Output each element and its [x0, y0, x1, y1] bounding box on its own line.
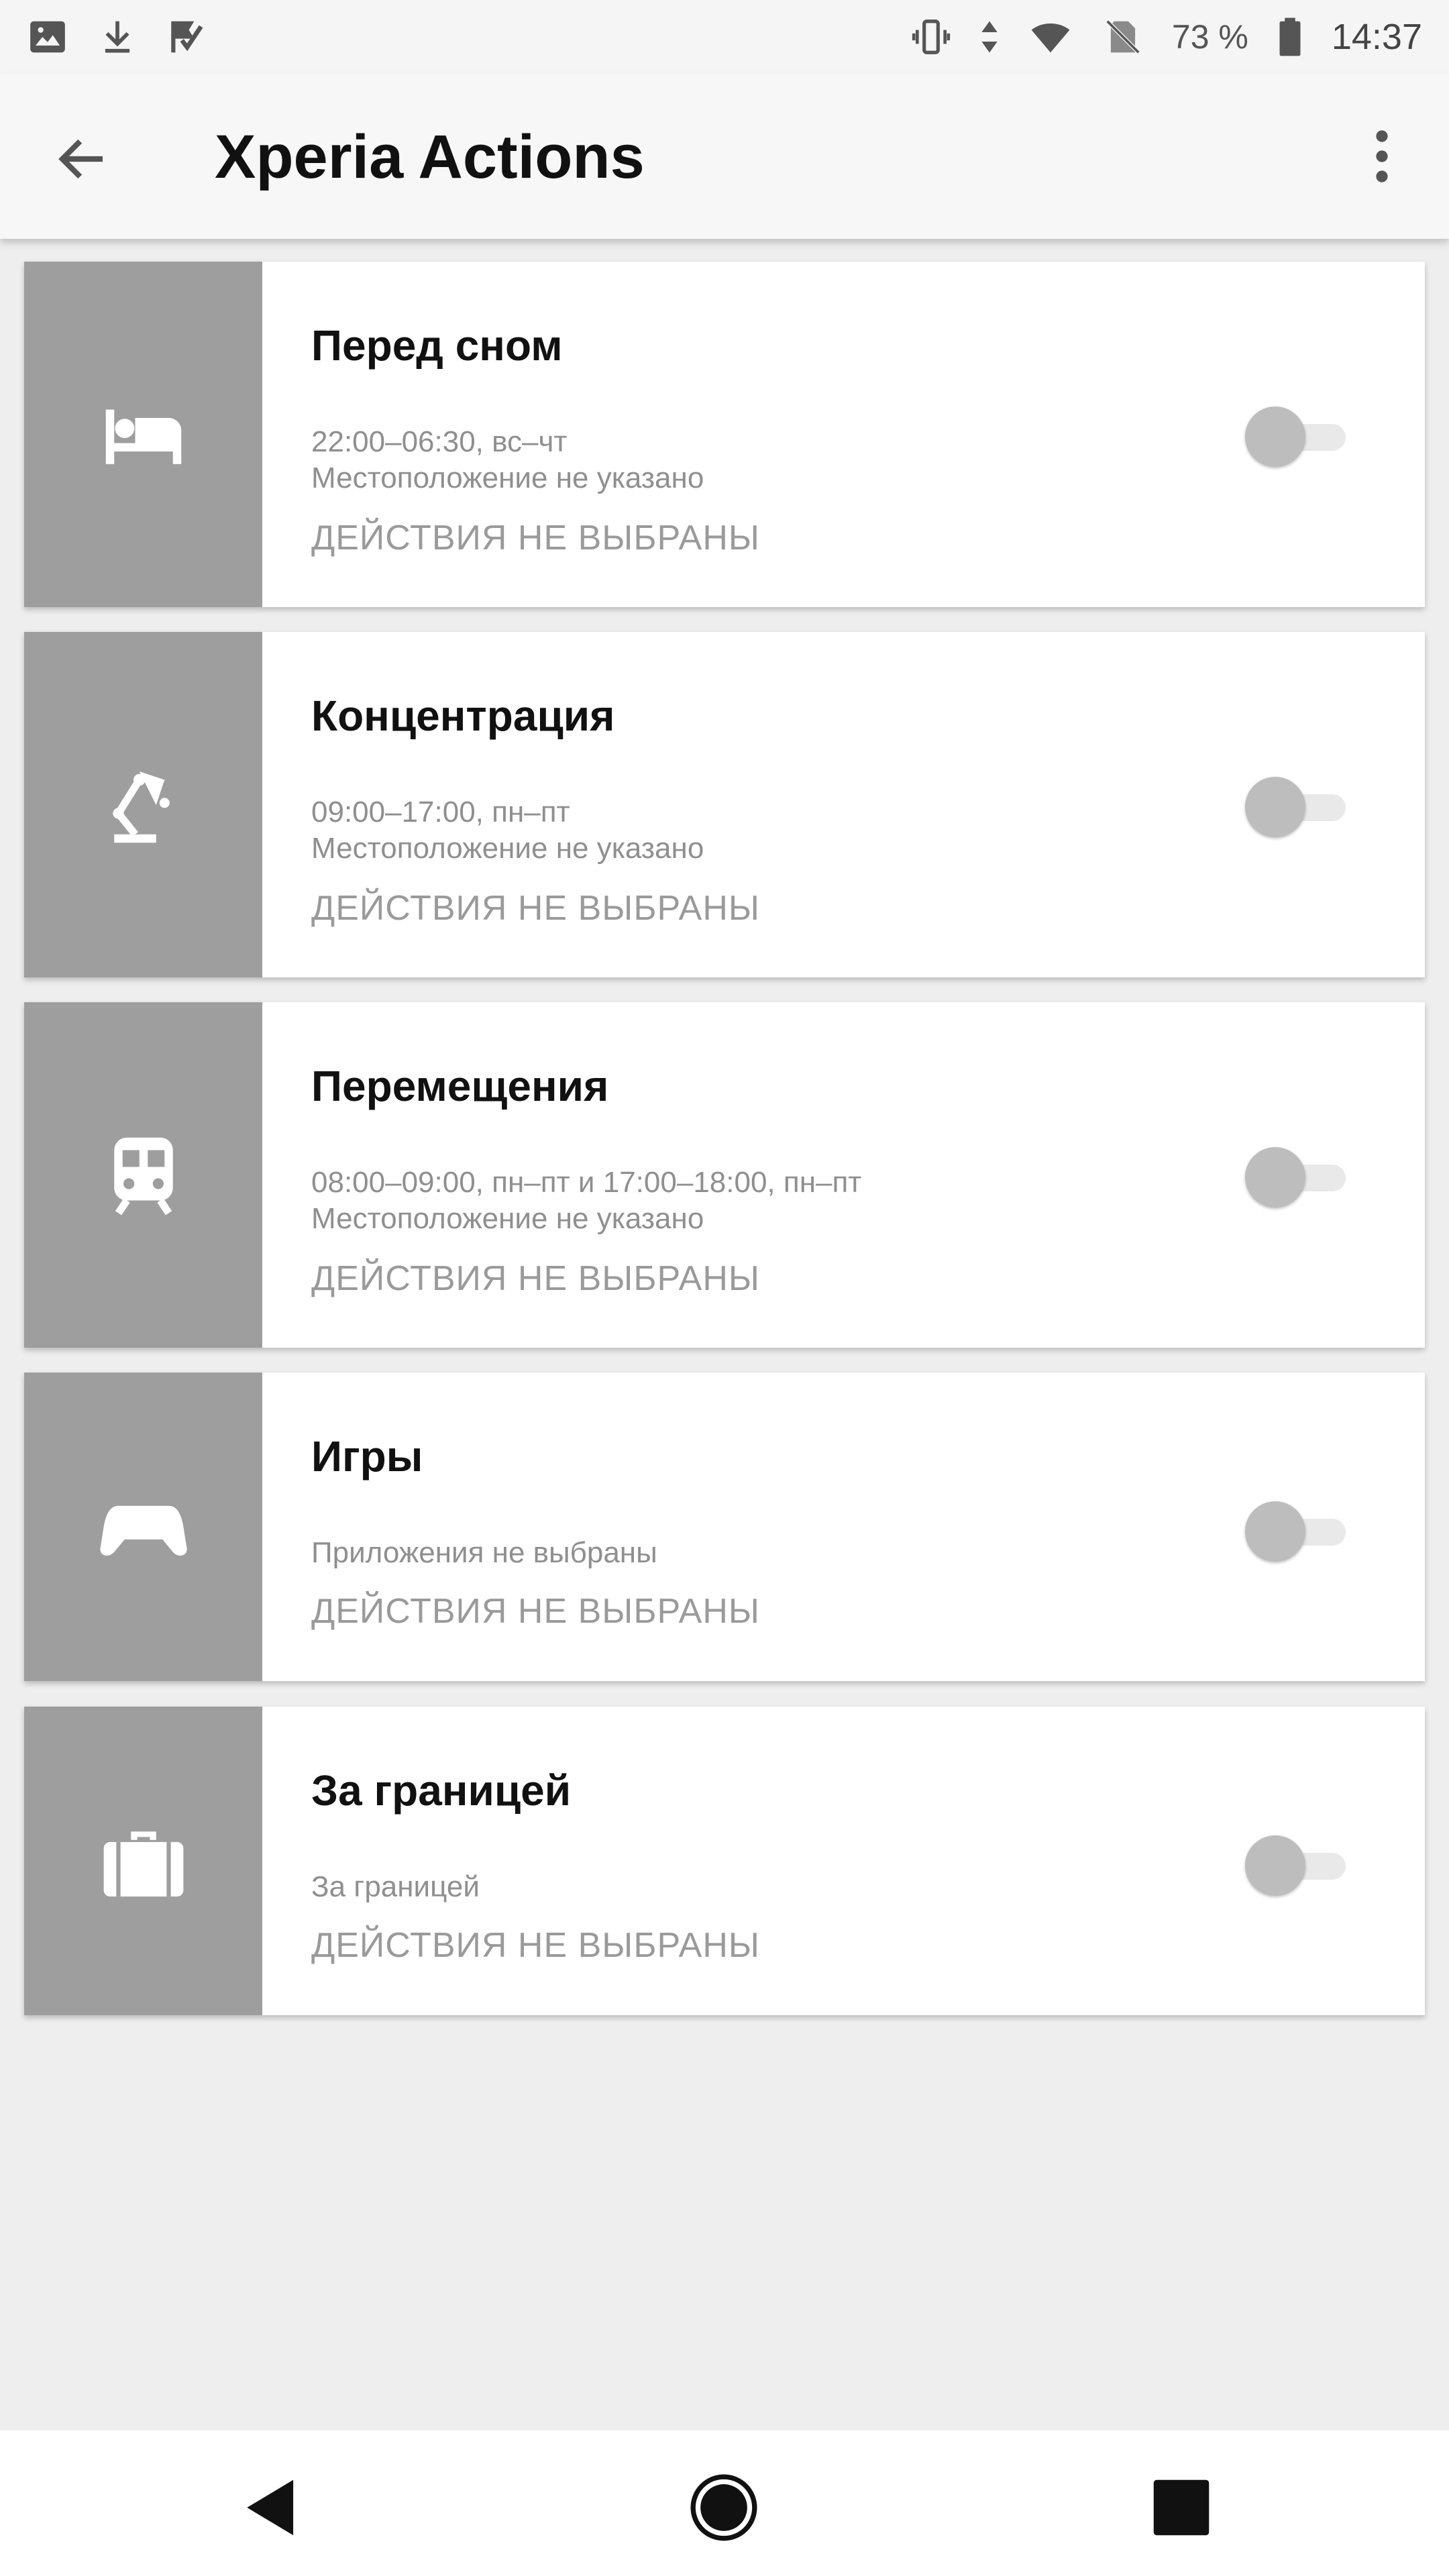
card-schedule: 09:00–17:00, пн–пт	[311, 796, 570, 828]
action-card-bedtime[interactable]: Перед сном 22:00–06:30, вс–чт Местополож…	[24, 262, 1425, 607]
app-bar: Xperia Actions	[0, 74, 1449, 239]
wifi-icon	[1031, 23, 1070, 53]
gamepad-icon	[99, 1505, 187, 1556]
bed-icon	[105, 409, 181, 464]
more-vert-icon[interactable]	[1362, 126, 1402, 186]
card-icon-strip	[24, 1707, 262, 2015]
action-card-games[interactable]: Игры Приложения не выбраны ДЕЙСТВИЯ НЕ В…	[24, 1373, 1425, 1681]
card-title: За границей	[311, 1766, 572, 1815]
card-actions-status: ДЕЙСТВИЯ НЕ ВЫБРАНЫ	[311, 1259, 760, 1298]
card-title: Концентрация	[311, 692, 615, 740]
card-actions-status: ДЕЙСТВИЯ НЕ ВЫБРАНЫ	[311, 889, 760, 928]
page-title: Xperia Actions	[215, 123, 645, 191]
status-system: 73 % 14:37	[910, 16, 1422, 58]
battery-percent: 73 %	[1171, 18, 1248, 56]
action-card-focus[interactable]: Концентрация 09:00–17:00, пн–пт Местопол…	[24, 632, 1425, 977]
battery-icon	[1279, 17, 1301, 56]
status-notifications	[27, 16, 208, 58]
card-actions-status: ДЕЙСТВИЯ НЕ ВЫБРАНЫ	[311, 1592, 760, 1631]
card-schedule: 08:00–09:00, пн–пт и 17:00–18:00, пн–пт	[311, 1166, 862, 1199]
toggle-thumb	[1245, 777, 1305, 837]
toggle-thumb	[1245, 1501, 1305, 1562]
card-location: Местоположение не указано	[311, 832, 704, 865]
card-title: Перед сном	[311, 321, 563, 370]
card-schedule: 22:00–06:30, вс–чт	[311, 425, 568, 458]
train-icon	[113, 1137, 173, 1215]
card-title: Перемещения	[311, 1062, 609, 1110]
abroad-toggle[interactable]	[1245, 1829, 1359, 1902]
card-apps: Приложения не выбраны	[311, 1536, 657, 1569]
arrow-left-icon[interactable]	[52, 129, 113, 189]
data-arrows-icon	[981, 21, 998, 53]
card-actions-status: ДЕЙСТВИЯ НЕ ВЫБРАНЫ	[311, 519, 760, 557]
toggle-thumb	[1245, 407, 1305, 467]
nav-home-icon[interactable]	[687, 2471, 761, 2544]
image-icon	[30, 21, 65, 53]
card-actions-status: ДЕЙСТВИЯ НЕ ВЫБРАНЫ	[311, 1926, 760, 1965]
card-location: За границей	[311, 1870, 480, 1903]
nav-back-icon[interactable]	[235, 2471, 309, 2544]
toggle-thumb	[1245, 1835, 1305, 1896]
action-card-abroad[interactable]: За границей За границей ДЕЙСТВИЯ НЕ ВЫБР…	[24, 1707, 1425, 2015]
navigation-bar	[0, 2430, 1449, 2576]
vibrate-icon	[912, 19, 951, 54]
focus-toggle[interactable]	[1245, 770, 1359, 844]
bedtime-toggle[interactable]	[1245, 400, 1359, 474]
games-toggle[interactable]	[1245, 1495, 1359, 1568]
card-location: Местоположение не указано	[311, 1202, 704, 1235]
card-icon-strip	[24, 262, 262, 607]
toggle-thumb	[1245, 1147, 1305, 1208]
card-title: Игры	[311, 1432, 423, 1481]
status-bar: 73 % 14:37	[0, 0, 1449, 74]
download-icon	[105, 21, 130, 53]
clock: 14:37	[1331, 17, 1422, 57]
nav-recents-icon[interactable]	[1144, 2471, 1218, 2544]
action-card-commute[interactable]: Перемещения 08:00–09:00, пн–пт и 17:00–1…	[24, 1002, 1425, 1348]
card-icon-strip	[24, 1373, 262, 1681]
card-icon-strip	[24, 1002, 262, 1348]
desk-lamp-icon	[112, 771, 170, 843]
card-icon-strip	[24, 632, 262, 977]
commute-toggle[interactable]	[1245, 1140, 1359, 1214]
task-check-icon	[171, 21, 203, 53]
card-location: Местоположение не указано	[311, 462, 704, 494]
no-sim-icon	[1106, 19, 1140, 54]
suitcase-icon	[103, 1831, 183, 1897]
